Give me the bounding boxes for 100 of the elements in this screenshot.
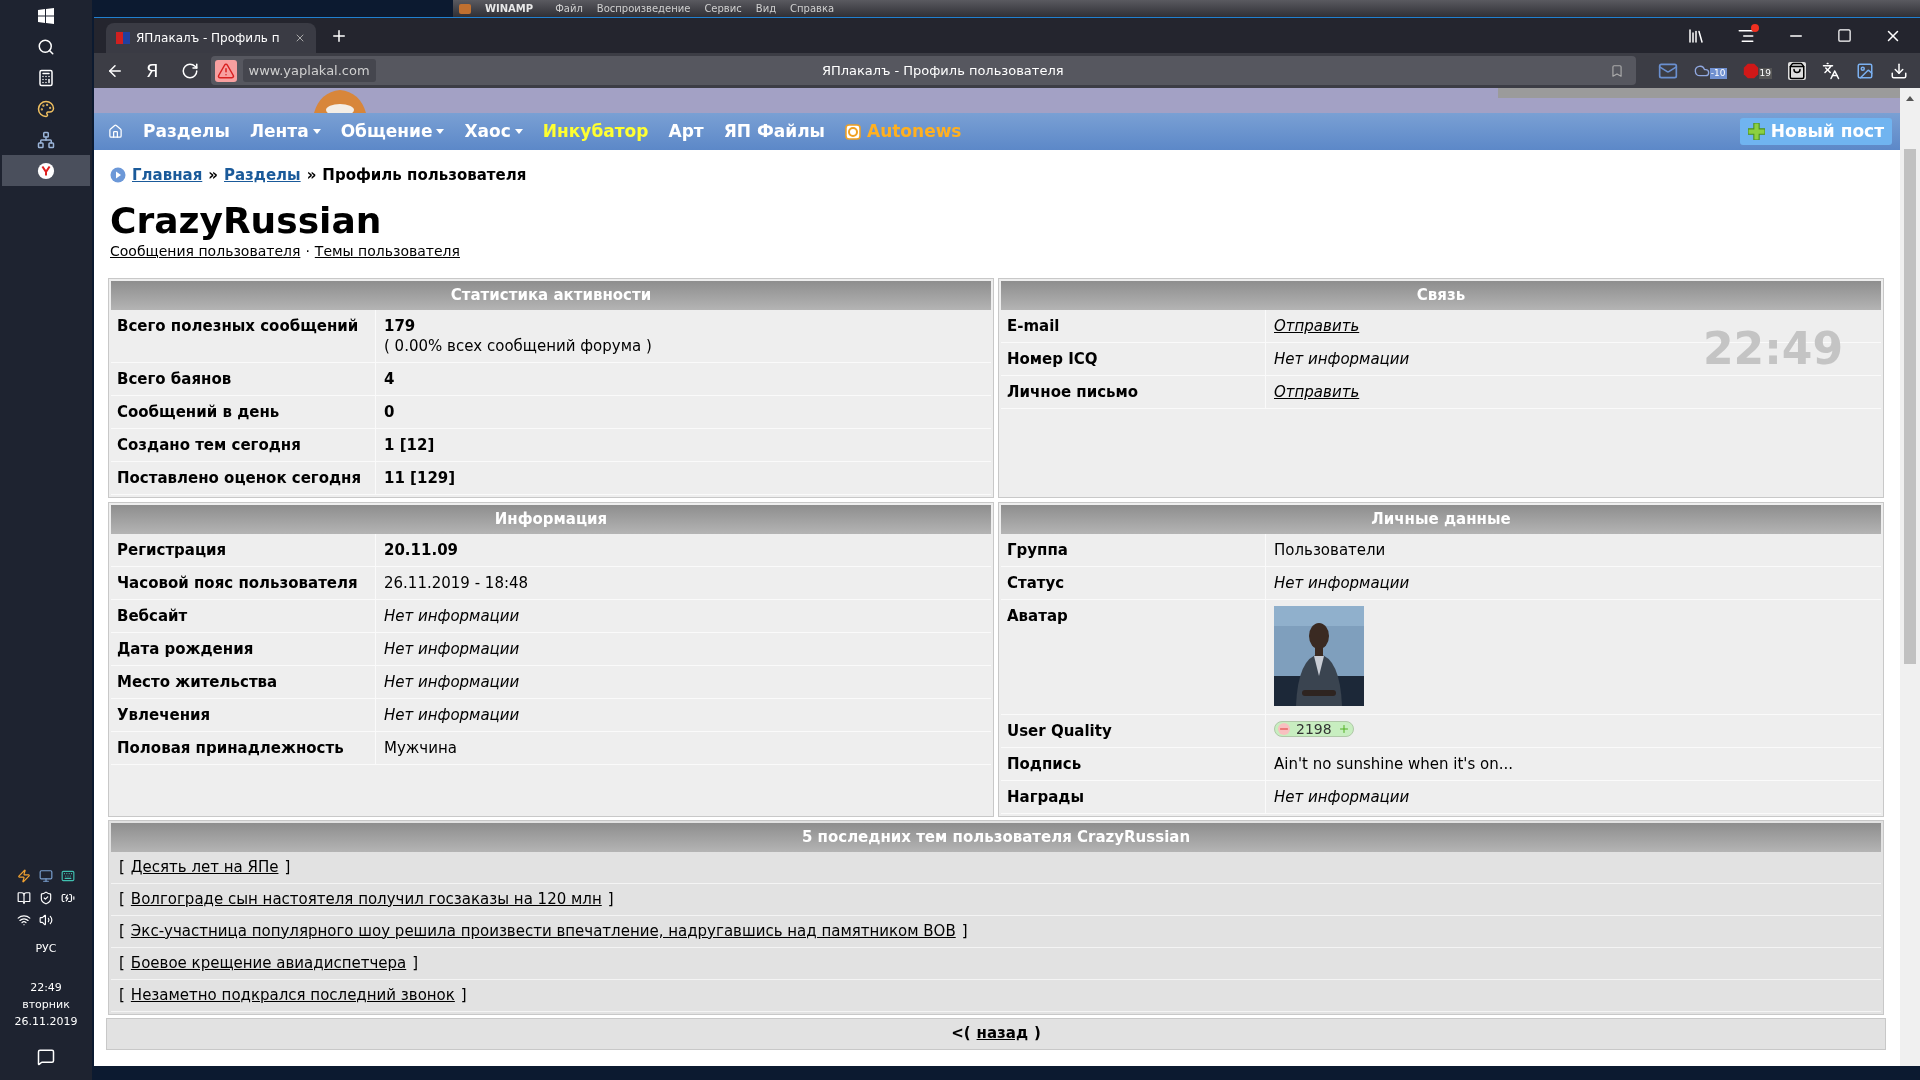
breadcrumb-text: » <box>208 165 218 186</box>
field-value: Нет информации <box>384 705 520 724</box>
monitor-icon[interactable] <box>39 868 53 883</box>
lightning-icon[interactable] <box>17 868 31 883</box>
plus-icon <box>1747 123 1765 140</box>
site-favicon-icon <box>116 32 130 44</box>
cloud-badge: -10 <box>1709 67 1727 79</box>
book-icon[interactable] <box>17 890 31 905</box>
user-name: CrazyRussian <box>109 200 383 241</box>
breadcrumb-text: Профиль пользователя <box>322 165 527 186</box>
page-title: ЯПлакалъ - Профиль пользователя <box>820 61 1065 80</box>
menu-item[interactable]: Сервис <box>704 1 742 16</box>
field-value: Нет информации <box>384 672 520 691</box>
field-label: Дата рождения <box>117 639 254 658</box>
menu-item[interactable]: Файл <box>555 1 583 16</box>
field-value: 4 <box>384 368 395 389</box>
field-label: Вебсайт <box>117 606 188 625</box>
field-label: Подпись <box>1007 754 1082 773</box>
translate-icon[interactable] <box>1822 61 1840 80</box>
bracket: [ <box>119 952 125 974</box>
browser-icon[interactable] <box>37 161 55 180</box>
play-circle-icon <box>110 167 126 184</box>
field-value: 0 <box>384 401 395 422</box>
panel-title: Связь <box>1416 284 1466 306</box>
bracket: ] <box>412 952 419 974</box>
field-value: 26.11.2019 - 18:48 <box>384 573 529 592</box>
topic-link[interactable]: Десять лет на ЯПе <box>130 855 279 879</box>
caret-icon <box>312 129 321 134</box>
address-bar[interactable]: www.yaplakal.com ЯПлакалъ - Профиль пользователя <box>210 56 1636 85</box>
field-value: Нет информации <box>384 639 520 658</box>
wifi-icon[interactable] <box>17 912 31 927</box>
bracket: [ <box>119 856 125 878</box>
warning-icon[interactable] <box>214 59 237 82</box>
image-icon[interactable] <box>1856 61 1874 80</box>
field-value: Нет информации <box>384 606 520 625</box>
user-messages-link[interactable]: Сообщения пользователя <box>110 240 301 262</box>
notifications-icon[interactable] <box>37 1048 55 1066</box>
reload-icon[interactable] <box>180 61 199 80</box>
breadcrumb-link[interactable]: Главная <box>132 164 203 187</box>
menu-item[interactable]: Вид <box>755 1 777 16</box>
send-link[interactable]: Отправить <box>1274 382 1360 401</box>
clock-date: 26.11.2019 <box>14 1014 78 1030</box>
bracket: ] <box>961 920 968 942</box>
home-button[interactable]: Я <box>146 57 159 84</box>
breadcrumb-text: » <box>306 165 317 186</box>
field-label: Поставлено оценок сегодня <box>117 468 362 487</box>
download-icon[interactable] <box>1890 61 1908 80</box>
field-value: 20.11.09 <box>384 539 459 560</box>
bracket: [ <box>119 984 125 1006</box>
panel-title: Информация <box>494 508 608 530</box>
field-value: Ain't no sunshine when it's on... <box>1274 754 1513 773</box>
topic-link[interactable]: Экс-участница популярного шоу решила произвести впечатление, надругавшись над памятником ВОВ <box>130 919 956 943</box>
bag-icon[interactable] <box>1788 61 1806 80</box>
field-label: Регистрация <box>117 540 227 559</box>
field-label: Номер ICQ <box>1007 349 1098 368</box>
field-label: Увлечения <box>117 705 211 724</box>
keyboard-icon[interactable] <box>61 868 75 883</box>
network-icon[interactable] <box>37 130 55 149</box>
bookmark-icon[interactable] <box>1609 63 1624 78</box>
taskbar-button[interactable] <box>2 155 90 186</box>
field-label: E-mail <box>1007 316 1060 335</box>
clock-weekday: вторник <box>22 997 70 1013</box>
breadcrumb-link[interactable]: Разделы <box>224 164 301 187</box>
rating-value: 2198 <box>1296 719 1332 739</box>
field-label: User Quality <box>1007 721 1112 740</box>
menu-item[interactable]: Справка <box>790 1 835 16</box>
bracket: ] <box>607 888 614 910</box>
field-note: ( 0.00% всех сообщений форума ) <box>384 335 652 356</box>
user-topics-link[interactable]: Темы пользователя <box>314 240 460 262</box>
language-indicator[interactable]: РУС <box>35 940 57 957</box>
windows-icon[interactable] <box>38 7 54 24</box>
bracket: [ <box>119 888 125 910</box>
send-link[interactable]: Отправить <box>1274 316 1360 335</box>
field-value: Нет информации <box>1274 787 1410 806</box>
field-label: Аватар <box>1007 606 1068 625</box>
bookmarks-icon[interactable] <box>1687 26 1705 45</box>
topic-link[interactable]: Незаметно подкрался последний звонок <box>130 983 455 1007</box>
home-icon[interactable] <box>108 124 123 139</box>
scroll-up-icon[interactable] <box>1906 96 1914 101</box>
search-icon[interactable] <box>37 37 55 56</box>
topic-link[interactable]: Боевое крещение авиадиспетчера <box>130 951 407 975</box>
field-value: Пользователи <box>1274 540 1386 559</box>
calculator-icon[interactable] <box>37 68 55 87</box>
maximize-icon[interactable] <box>1837 28 1852 43</box>
browser-tab[interactable]: ЯПлакалъ - Профиль п <box>106 23 316 53</box>
bracket: [ <box>119 920 125 942</box>
caret-icon <box>436 129 445 134</box>
menu-item[interactable]: Воспроизведение <box>596 1 691 16</box>
shield-icon[interactable] <box>39 890 53 905</box>
caret-icon <box>514 129 523 134</box>
back-link[interactable]: назад <box>976 1022 1028 1045</box>
scrollbar-thumb[interactable] <box>1904 149 1916 664</box>
field-value: Нет информации <box>1274 349 1410 368</box>
back-bracket: ) <box>1034 1023 1041 1045</box>
bracket: ] <box>460 984 467 1006</box>
topic-link[interactable]: Волгограде сын настоятеля получил госзаказы на 120 млн <box>130 887 602 911</box>
winamp-title: WINAMP <box>485 2 534 16</box>
palette-icon[interactable] <box>37 99 55 118</box>
address-text: www.yaplakal.com <box>242 58 376 83</box>
speaker-icon[interactable] <box>39 912 53 927</box>
